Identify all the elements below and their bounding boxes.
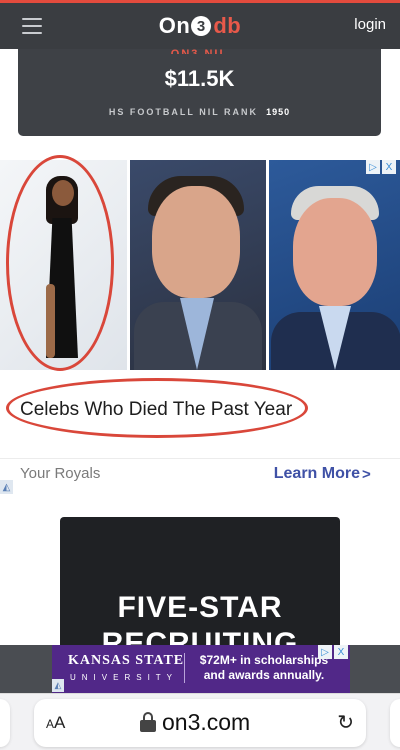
adchoices-info-icon[interactable]: ▷ [318,645,332,659]
ad-notice-icon[interactable]: ◭ [0,480,13,494]
ad-notice-icon[interactable]: ◭ [52,679,64,692]
nil-rank-label: HS FOOTBALL NIL RANK [108,107,259,117]
logo-db: db [213,13,242,38]
ad-image-celebrity-3[interactable] [269,160,400,370]
nil-rank-row: HS FOOTBALL NIL RANK 1950 [18,107,381,117]
previous-tab-card[interactable] [0,699,10,747]
face [152,186,240,298]
ad-source: Your Royals [20,465,101,482]
ad-close-icon[interactable]: X [334,645,348,659]
kansas-state-banner-ad[interactable]: KANSAS STATE UNIVERSITY $72M+ in scholar… [52,645,350,693]
red-annotation-oval-image [6,155,114,371]
logo-text: On [158,13,191,38]
adchoices-badge[interactable]: ▷ X [366,160,398,174]
promo-line-1: FIVE-STAR [117,591,283,624]
login-link[interactable]: login [354,16,386,33]
nil-rank-value: 1950 [266,107,291,117]
face [293,198,377,306]
text-size-button[interactable]: AA [46,713,65,733]
nil-card-partial-label: ON3 NIL [170,48,229,54]
next-tab-card[interactable] [390,699,400,747]
reload-icon[interactable]: ↻ [337,710,354,735]
adchoices-info-icon[interactable]: ▷ [366,160,380,174]
nil-valuation-card: ON3 NIL $11.5K HS FOOTBALL NIL RANK 1950 [18,48,381,136]
kstate-adchoices-badge[interactable]: ▷ X [318,645,348,659]
kstate-divider [184,653,185,683]
ad-close-icon[interactable]: X [382,160,396,174]
lock-icon [140,712,156,732]
site-header: On 3 db login [0,3,400,49]
chevron-right-icon[interactable]: > [362,466,374,483]
kstate-claim: $72M+ in scholarships and awards annuall… [199,653,329,682]
learn-more-button[interactable]: Learn More [274,465,360,483]
ad-image-celebrity-2[interactable] [130,160,266,370]
logo-three: 3 [191,16,212,36]
hamburger-menu-icon[interactable] [22,18,42,34]
nil-value: $11.5K [164,66,235,91]
on3db-logo[interactable]: On 3 db [159,13,241,39]
kstate-university: UNIVERSITY [70,673,179,682]
kstate-name: KANSAS STATE [68,653,185,668]
url-text[interactable]: on3.com [162,709,250,736]
red-annotation-oval-headline [6,378,308,438]
